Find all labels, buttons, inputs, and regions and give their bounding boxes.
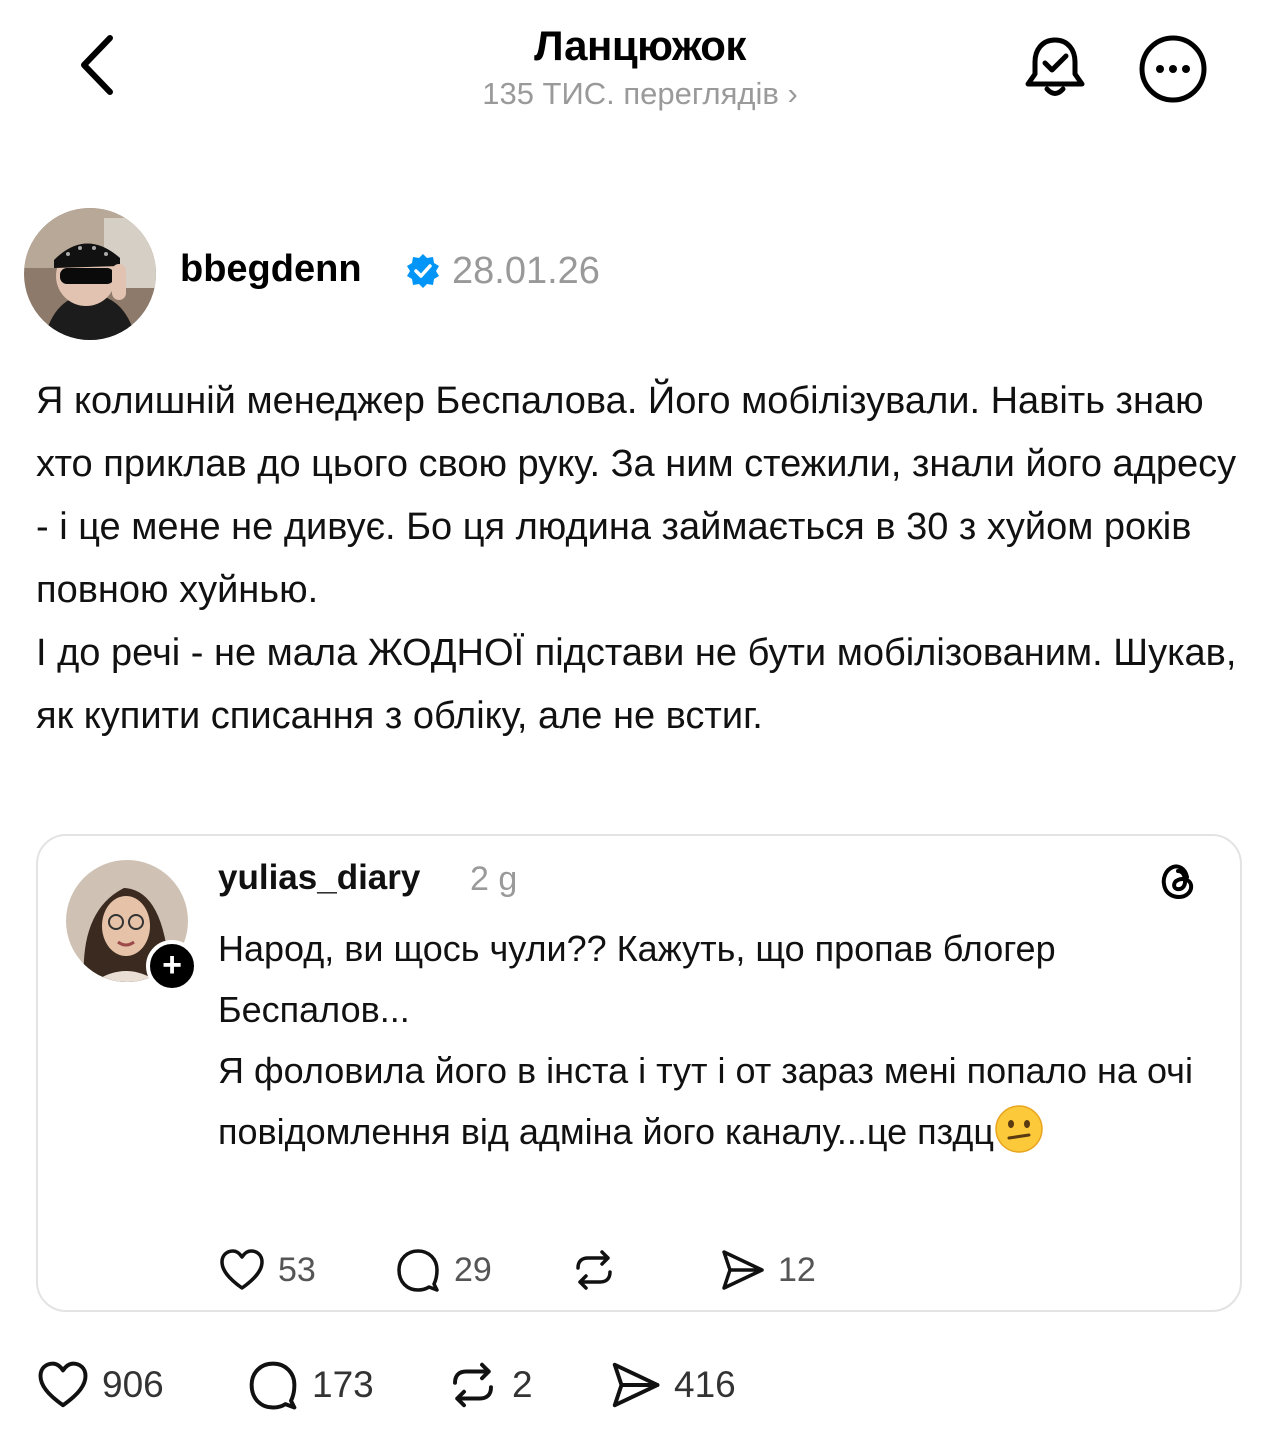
share-count: 416: [674, 1364, 736, 1405]
quoted-text: Народ, ви щось чули?? Кажуть, що пропав …: [218, 918, 1218, 1162]
quoted-paragraph: Я фоловила його в інста і тут і от зараз…: [218, 1040, 1218, 1162]
like-button[interactable]: 906: [36, 1358, 164, 1412]
send-icon: [722, 1250, 764, 1290]
repost-button[interactable]: 2: [446, 1358, 533, 1412]
quoted-repost-button[interactable]: [570, 1246, 618, 1294]
more-horizontal-icon[interactable]: [1138, 34, 1208, 104]
share-button[interactable]: 416: [608, 1358, 736, 1412]
bell-check-icon[interactable]: [1020, 32, 1090, 102]
comment-button[interactable]: 173: [246, 1358, 374, 1412]
follow-plus-button[interactable]: +: [146, 940, 198, 992]
quoted-time: 2 g: [470, 860, 518, 898]
post-text: Я колишній менеджер Беспалова. Його мобі…: [36, 370, 1246, 748]
repost-icon: [576, 1250, 612, 1290]
comment-count: 173: [312, 1364, 374, 1405]
post-paragraph: Я колишній менеджер Беспалова. Його мобі…: [36, 380, 1237, 611]
avatar[interactable]: [24, 208, 156, 340]
heart-icon: [220, 1249, 264, 1290]
quoted-username[interactable]: yulias_diary: [218, 858, 420, 898]
confused-face-emoji: [995, 1105, 1043, 1153]
post-paragraph: І до речі - не мала ЖОДНОЇ підстави не б…: [36, 632, 1237, 737]
quoted-comment-count: 29: [454, 1250, 492, 1289]
quoted-share-count: 12: [778, 1250, 816, 1289]
comment-bubble-icon: [249, 1361, 297, 1410]
repost-count: 2: [512, 1364, 533, 1405]
top-bar: Ланцюжок 135 ТИС. переглядів ›: [0, 0, 1280, 140]
heart-icon: [38, 1361, 88, 1408]
verified-badge-icon: [407, 254, 439, 288]
quoted-comment-button[interactable]: 29: [394, 1246, 492, 1294]
quoted-share-button[interactable]: 12: [718, 1246, 816, 1294]
post-username[interactable]: bbegdenn: [180, 248, 362, 291]
repost-icon: [453, 1362, 493, 1408]
quoted-paragraph: Народ, ви щось чули?? Кажуть, що пропав …: [218, 928, 1056, 1030]
send-icon: [612, 1362, 660, 1408]
quoted-like-count: 53: [278, 1250, 316, 1289]
comment-bubble-icon: [397, 1249, 439, 1292]
quoted-like-button[interactable]: 53: [218, 1246, 316, 1294]
threads-logo-icon: [1161, 864, 1194, 900]
post-date: 28.01.26: [452, 250, 600, 292]
like-count: 906: [102, 1364, 164, 1405]
quoted-post-card[interactable]: + yulias_diary 2 g Народ, ви щось чули??…: [36, 834, 1242, 1312]
quoted-paragraph-text: Я фоловила його в інста і тут і от зараз…: [218, 1050, 1193, 1152]
post-actions: 906 173 2 416: [36, 1358, 1236, 1412]
